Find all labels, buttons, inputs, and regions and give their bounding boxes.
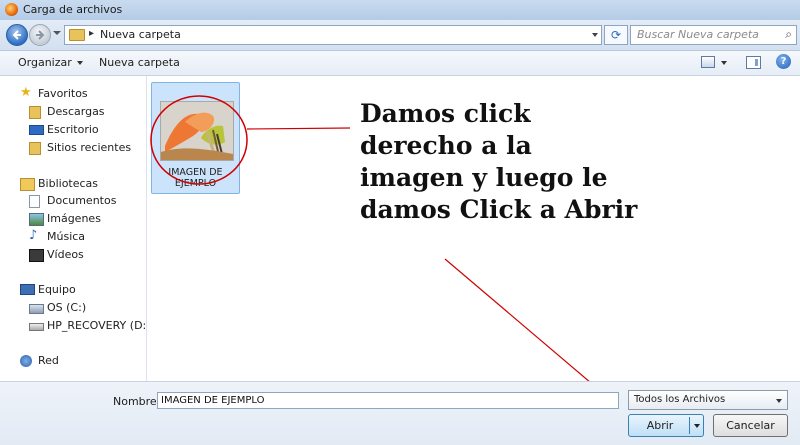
cancel-button[interactable]: Cancelar — [713, 414, 788, 437]
dialog-footer: Nombre: Todos los Archivos Abrir Cancela… — [0, 381, 800, 445]
pointer-line — [246, 127, 351, 130]
split-divider — [689, 417, 690, 434]
annotation-text: Damos click derecho a la imagen y luego … — [360, 99, 638, 224]
file-name-label: Nombre: — [113, 395, 161, 408]
open-options-chevron-icon[interactable] — [694, 424, 700, 428]
file-type-select[interactable]: Todos los Archivos — [628, 390, 788, 410]
file-name-input[interactable] — [157, 392, 619, 409]
open-button[interactable]: Abrir — [628, 414, 704, 437]
highlight-circle — [150, 95, 248, 185]
chevron-down-icon — [776, 399, 782, 403]
file-type-value: Todos los Archivos — [634, 394, 726, 405]
open-button-label: Abrir — [646, 419, 674, 432]
